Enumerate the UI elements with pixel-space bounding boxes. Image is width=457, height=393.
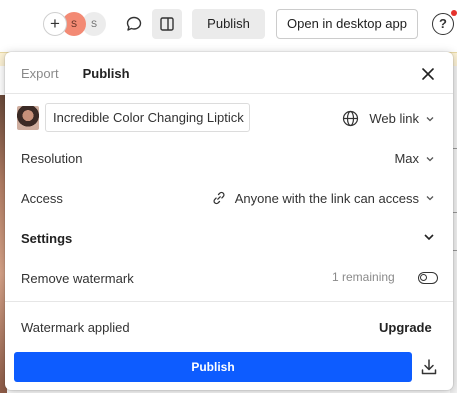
tab-export[interactable]: Export xyxy=(21,65,59,83)
publish-modal: Export Publish Incredible Color Changing… xyxy=(5,52,453,390)
chevron-down-icon xyxy=(426,196,434,201)
panel-icon xyxy=(160,17,174,31)
design-name-field[interactable]: Incredible Color Changing Liptick xyxy=(45,103,250,132)
resolution-label: Resolution xyxy=(21,151,83,166)
remove-watermark-label: Remove watermark xyxy=(21,271,134,286)
toggle-panel-button[interactable] xyxy=(152,9,182,39)
close-icon xyxy=(422,68,434,80)
settings-toggle[interactable] xyxy=(423,231,435,243)
toggle-knob xyxy=(420,274,427,281)
modal-tabs: Export Publish xyxy=(21,65,130,83)
design-thumbnail xyxy=(17,106,39,130)
link-type-label: Web link xyxy=(369,111,419,126)
comment-button[interactable] xyxy=(119,9,149,39)
app-toolbar: + S S Publish Open in desktop app ? xyxy=(0,0,457,48)
toolbar-publish-button[interactable]: Publish xyxy=(192,9,265,39)
help-icon[interactable]: ? xyxy=(432,13,454,35)
globe-icon xyxy=(343,110,359,127)
chevron-down-icon xyxy=(424,234,434,241)
watermark-applied-label: Watermark applied xyxy=(21,320,130,335)
comment-icon xyxy=(126,16,142,31)
download-button[interactable] xyxy=(419,357,439,377)
link-type-dropdown[interactable]: Web link xyxy=(342,110,435,127)
link-icon xyxy=(213,191,225,205)
divider xyxy=(5,301,453,302)
divider xyxy=(5,93,453,94)
remove-watermark-toggle[interactable] xyxy=(418,272,438,284)
resolution-dropdown[interactable]: Max xyxy=(394,151,435,166)
access-dropdown[interactable]: Anyone with the link can access xyxy=(211,190,435,206)
chevron-down-icon xyxy=(426,116,434,121)
chevron-down-icon xyxy=(426,156,434,161)
close-button[interactable] xyxy=(418,64,438,84)
access-label: Access xyxy=(21,191,63,206)
open-in-desktop-button[interactable]: Open in desktop app xyxy=(276,9,418,39)
download-icon xyxy=(421,359,437,375)
tab-publish[interactable]: Publish xyxy=(83,65,130,83)
upgrade-link[interactable]: Upgrade xyxy=(379,320,432,335)
remaining-count: 1 remaining xyxy=(332,270,395,284)
access-value: Anyone with the link can access xyxy=(234,190,419,206)
add-collaborator-button[interactable]: + xyxy=(43,12,67,36)
resolution-value: Max xyxy=(394,151,419,166)
notification-dot xyxy=(451,10,457,16)
settings-header[interactable]: Settings xyxy=(21,231,72,246)
publish-button[interactable]: Publish xyxy=(14,352,412,382)
